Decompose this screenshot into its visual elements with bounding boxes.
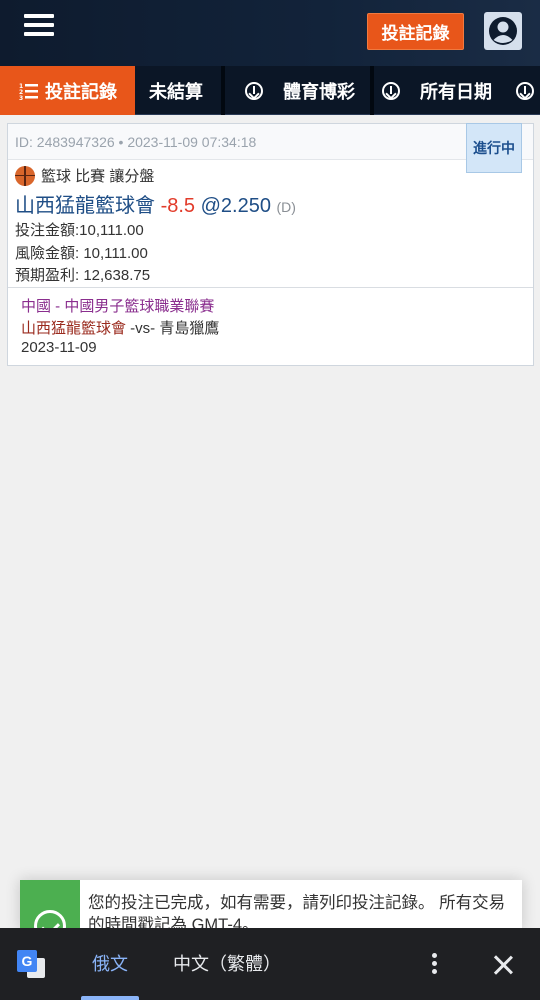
basketball-icon (15, 165, 35, 186)
top-header: 投註記錄 (0, 0, 540, 66)
away-team: -vs- 青島獵鷹 (126, 320, 220, 337)
source-language-tab[interactable]: 俄文 (92, 950, 128, 976)
tab-label: 所有日期 (420, 81, 492, 102)
filter-tab-bar: 1 2 3 投註記錄 未結算 體育博彩 所有日期 (0, 66, 540, 115)
selection-team: 山西猛龍籃球會 (15, 195, 155, 217)
target-language-tab[interactable]: 中文（繁體） (173, 950, 281, 976)
matchup: 山西猛龍籃球會 -vs- 青島獵鷹 (21, 317, 219, 338)
toast-icon-area (20, 880, 80, 930)
chevron-down-circle-icon (245, 81, 263, 100)
chevron-down-circle-icon (516, 81, 534, 100)
active-language-indicator (81, 996, 139, 1000)
bet-selection: 山西猛龍籃球會 -8.5 @2.250 (D) (15, 189, 296, 218)
tab-bet-records[interactable]: 1 2 3 投註記錄 (0, 66, 135, 115)
odds-format: (D) (276, 199, 296, 215)
tab-all-dates[interactable]: 所有日期 (382, 66, 522, 115)
list-icon: 1 2 3 (19, 83, 38, 101)
market-line: 籃球 比賽 讓分盤 (15, 165, 154, 186)
risk-amount: 風險金額: 10,111.00 (15, 245, 148, 262)
bet-record-button[interactable]: 投註記錄 (367, 13, 464, 50)
stake-amount: 投注金額:10,111.00 (15, 222, 144, 239)
odds-value: @2.250 (200, 195, 271, 217)
tab-overflow[interactable] (516, 66, 540, 115)
tab-sportsbook[interactable]: 體育博彩 (245, 66, 375, 115)
tab-divider (370, 66, 374, 115)
bet-record-card[interactable]: ID: 2483947326 • 2023-11-09 07:34:18 進行中… (7, 123, 534, 366)
status-badge: 進行中 (466, 123, 522, 173)
svg-text:3: 3 (19, 95, 23, 101)
match-date: 2023-11-09 (21, 339, 97, 356)
tab-label: 投註記錄 (45, 81, 117, 102)
translate-bar: G 俄文 中文（繁體） (0, 928, 540, 1000)
bet-card-header: ID: 2483947326 • 2023-11-09 07:34:18 (8, 124, 533, 160)
expected-win: 預期盈利: 12,638.75 (15, 267, 151, 284)
more-options-icon[interactable] (430, 953, 438, 977)
tab-divider (221, 66, 225, 115)
check-circle-icon (34, 910, 66, 930)
google-translate-icon[interactable]: G (17, 950, 45, 978)
close-icon[interactable] (492, 954, 514, 976)
tab-label: 體育博彩 (283, 81, 355, 102)
hamburger-menu-icon[interactable] (24, 14, 54, 38)
handicap-value: -8.5 (160, 195, 196, 217)
success-toast[interactable]: 您的投注已完成，如有需要，請列印投注記錄。 所有交易的時間戳記為 GMT-4。 (20, 880, 522, 930)
bet-id-timestamp: ID: 2483947326 • 2023-11-09 07:34:18 (15, 134, 257, 150)
tab-label: 未結算 (149, 81, 203, 102)
league-name: 中國 - 中國男子籃球職業聯賽 (21, 298, 215, 315)
card-divider (8, 287, 533, 288)
home-team: 山西猛龍籃球會 (21, 320, 127, 337)
market-label: 籃球 比賽 讓分盤 (41, 168, 155, 185)
toast-message: 您的投注已完成，如有需要，請列印投注記錄。 所有交易的時間戳記為 GMT-4。 (88, 894, 506, 930)
user-account-icon[interactable] (484, 12, 522, 50)
chevron-down-circle-icon (382, 81, 400, 100)
